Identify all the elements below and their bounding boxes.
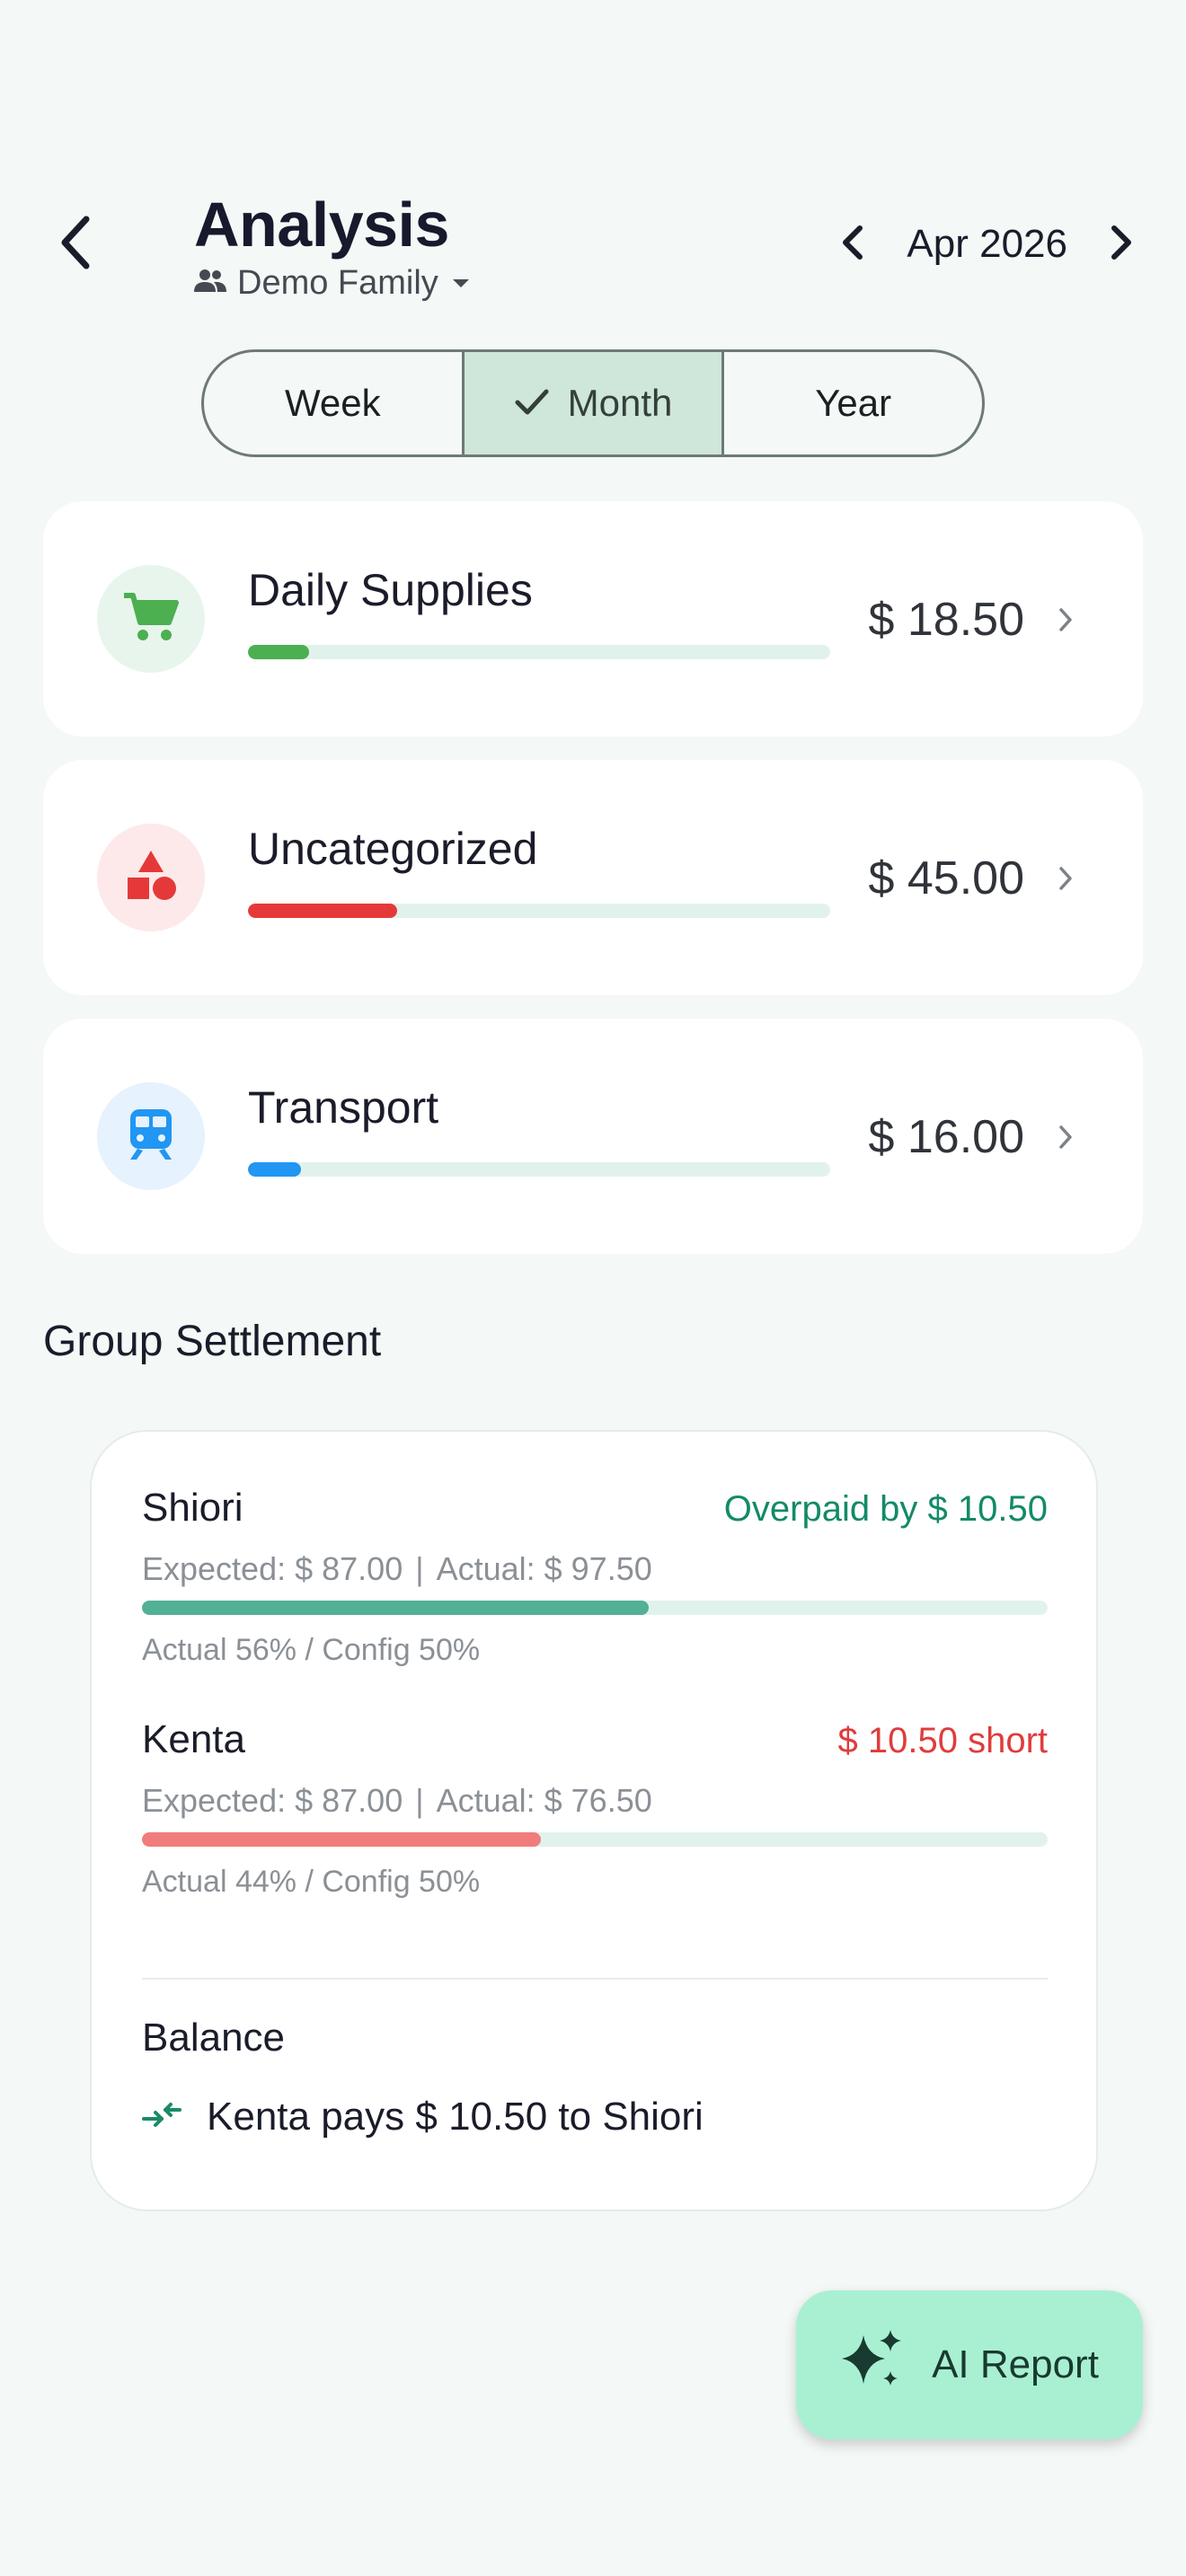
divider — [142, 1978, 1048, 1980]
page-title: Analysis — [194, 190, 449, 260]
shapes-icon — [124, 849, 178, 907]
chevron-left-icon — [840, 225, 865, 265]
category-share-fill — [248, 645, 310, 659]
chevron-right-icon — [1051, 1116, 1080, 1159]
chevron-right-icon — [1109, 225, 1134, 265]
member-status: $ 10.50 short — [837, 1721, 1049, 1760]
balance-title: Balance — [142, 2016, 286, 2060]
previous-month-button[interactable] — [824, 216, 881, 273]
train-icon — [127, 1107, 175, 1166]
category-icon-badge — [97, 824, 205, 931]
member-name: Kenta — [142, 1717, 245, 1761]
period-segmented-control: Week Month Year — [201, 349, 985, 457]
member-share-bar — [142, 1832, 1048, 1847]
category-share-bar — [248, 645, 830, 659]
group-name: Demo Family — [237, 264, 438, 302]
member-share-fill — [142, 1832, 541, 1847]
category-name: Transport — [248, 1082, 439, 1133]
category-card-transport[interactable]: Transport $ 16.00 — [43, 1019, 1143, 1254]
top-app-bar: Analysis Demo Family Apr 2026 — [0, 180, 1186, 323]
tab-year[interactable]: Year — [721, 352, 982, 454]
category-amount: $ 16.00 — [868, 1111, 1025, 1163]
back-button[interactable] — [47, 208, 104, 280]
settlement-card: Shiori Overpaid by $ 10.50 Expected: $ 8… — [90, 1430, 1098, 2211]
separator: | — [415, 1550, 424, 1587]
actual-amount: Actual: $ 97.50 — [436, 1550, 652, 1587]
transfer-row: Kenta pays $ 10.50 to Shiori — [142, 2095, 704, 2139]
next-month-button[interactable] — [1093, 216, 1150, 273]
back-arrow-icon — [58, 214, 93, 276]
transfer-text: Kenta pays $ 10.50 to Shiori — [207, 2095, 704, 2139]
tab-label: Year — [815, 382, 892, 424]
actual-amount: Actual: $ 76.50 — [436, 1782, 652, 1819]
category-icon-badge — [97, 1082, 205, 1190]
member-ratio-text: Actual 56% / Config 50% — [142, 1633, 481, 1667]
expected-amount: Expected: $ 87.00 — [142, 1550, 403, 1587]
category-amount: $ 45.00 — [868, 852, 1025, 904]
member-expected-actual: Expected: $ 87.00 | Actual: $ 76.50 — [142, 1782, 652, 1820]
category-share-bar — [248, 1162, 830, 1177]
month-label: Apr 2026 — [907, 222, 1067, 266]
member-status: Overpaid by $ 10.50 — [723, 1489, 1048, 1529]
tab-week[interactable]: Week — [204, 352, 462, 454]
check-icon — [514, 382, 550, 425]
tab-month[interactable]: Month — [461, 352, 722, 454]
category-card-uncategorized[interactable]: Uncategorized $ 45.00 — [43, 760, 1143, 995]
category-share-fill — [248, 904, 397, 918]
section-title-group-settlement: Group Settlement — [43, 1318, 382, 1365]
ai-report-label: AI Report — [932, 2342, 1099, 2386]
chevron-right-icon — [1051, 857, 1080, 900]
tab-label: Month — [567, 382, 673, 424]
member-name: Shiori — [142, 1486, 243, 1530]
expected-amount: Expected: $ 87.00 — [142, 1782, 403, 1819]
dropdown-caret-icon — [452, 279, 469, 287]
category-name: Daily Supplies — [248, 565, 533, 615]
member-row-kenta: Kenta $ 10.50 short Expected: $ 87.00 | Ac… — [142, 1717, 1048, 1915]
member-share-bar — [142, 1601, 1048, 1615]
month-navigator: Apr 2026 — [824, 216, 1150, 273]
shopping-cart-icon — [122, 590, 180, 648]
group-selector[interactable]: Demo Family — [194, 264, 469, 303]
separator: | — [415, 1782, 424, 1819]
tab-label: Week — [285, 382, 381, 424]
ai-report-button[interactable]: AI Report — [796, 2290, 1143, 2439]
member-share-fill — [142, 1601, 650, 1615]
people-icon — [194, 264, 226, 303]
member-expected-actual: Expected: $ 87.00 | Actual: $ 97.50 — [142, 1550, 652, 1588]
member-row-shiori: Shiori Overpaid by $ 10.50 Expected: $ 8… — [142, 1486, 1048, 1683]
sparkle-icon — [840, 2328, 905, 2403]
category-name: Uncategorized — [248, 824, 538, 874]
category-amount: $ 18.50 — [868, 594, 1025, 646]
category-icon-badge — [97, 565, 205, 673]
category-card-daily-supplies[interactable]: Daily Supplies $ 18.50 — [43, 501, 1143, 737]
category-share-bar — [248, 904, 830, 918]
transfer-arrows-icon — [142, 2095, 181, 2139]
category-share-fill — [248, 1162, 301, 1177]
member-ratio-text: Actual 44% / Config 50% — [142, 1865, 481, 1899]
chevron-right-icon — [1051, 598, 1080, 641]
